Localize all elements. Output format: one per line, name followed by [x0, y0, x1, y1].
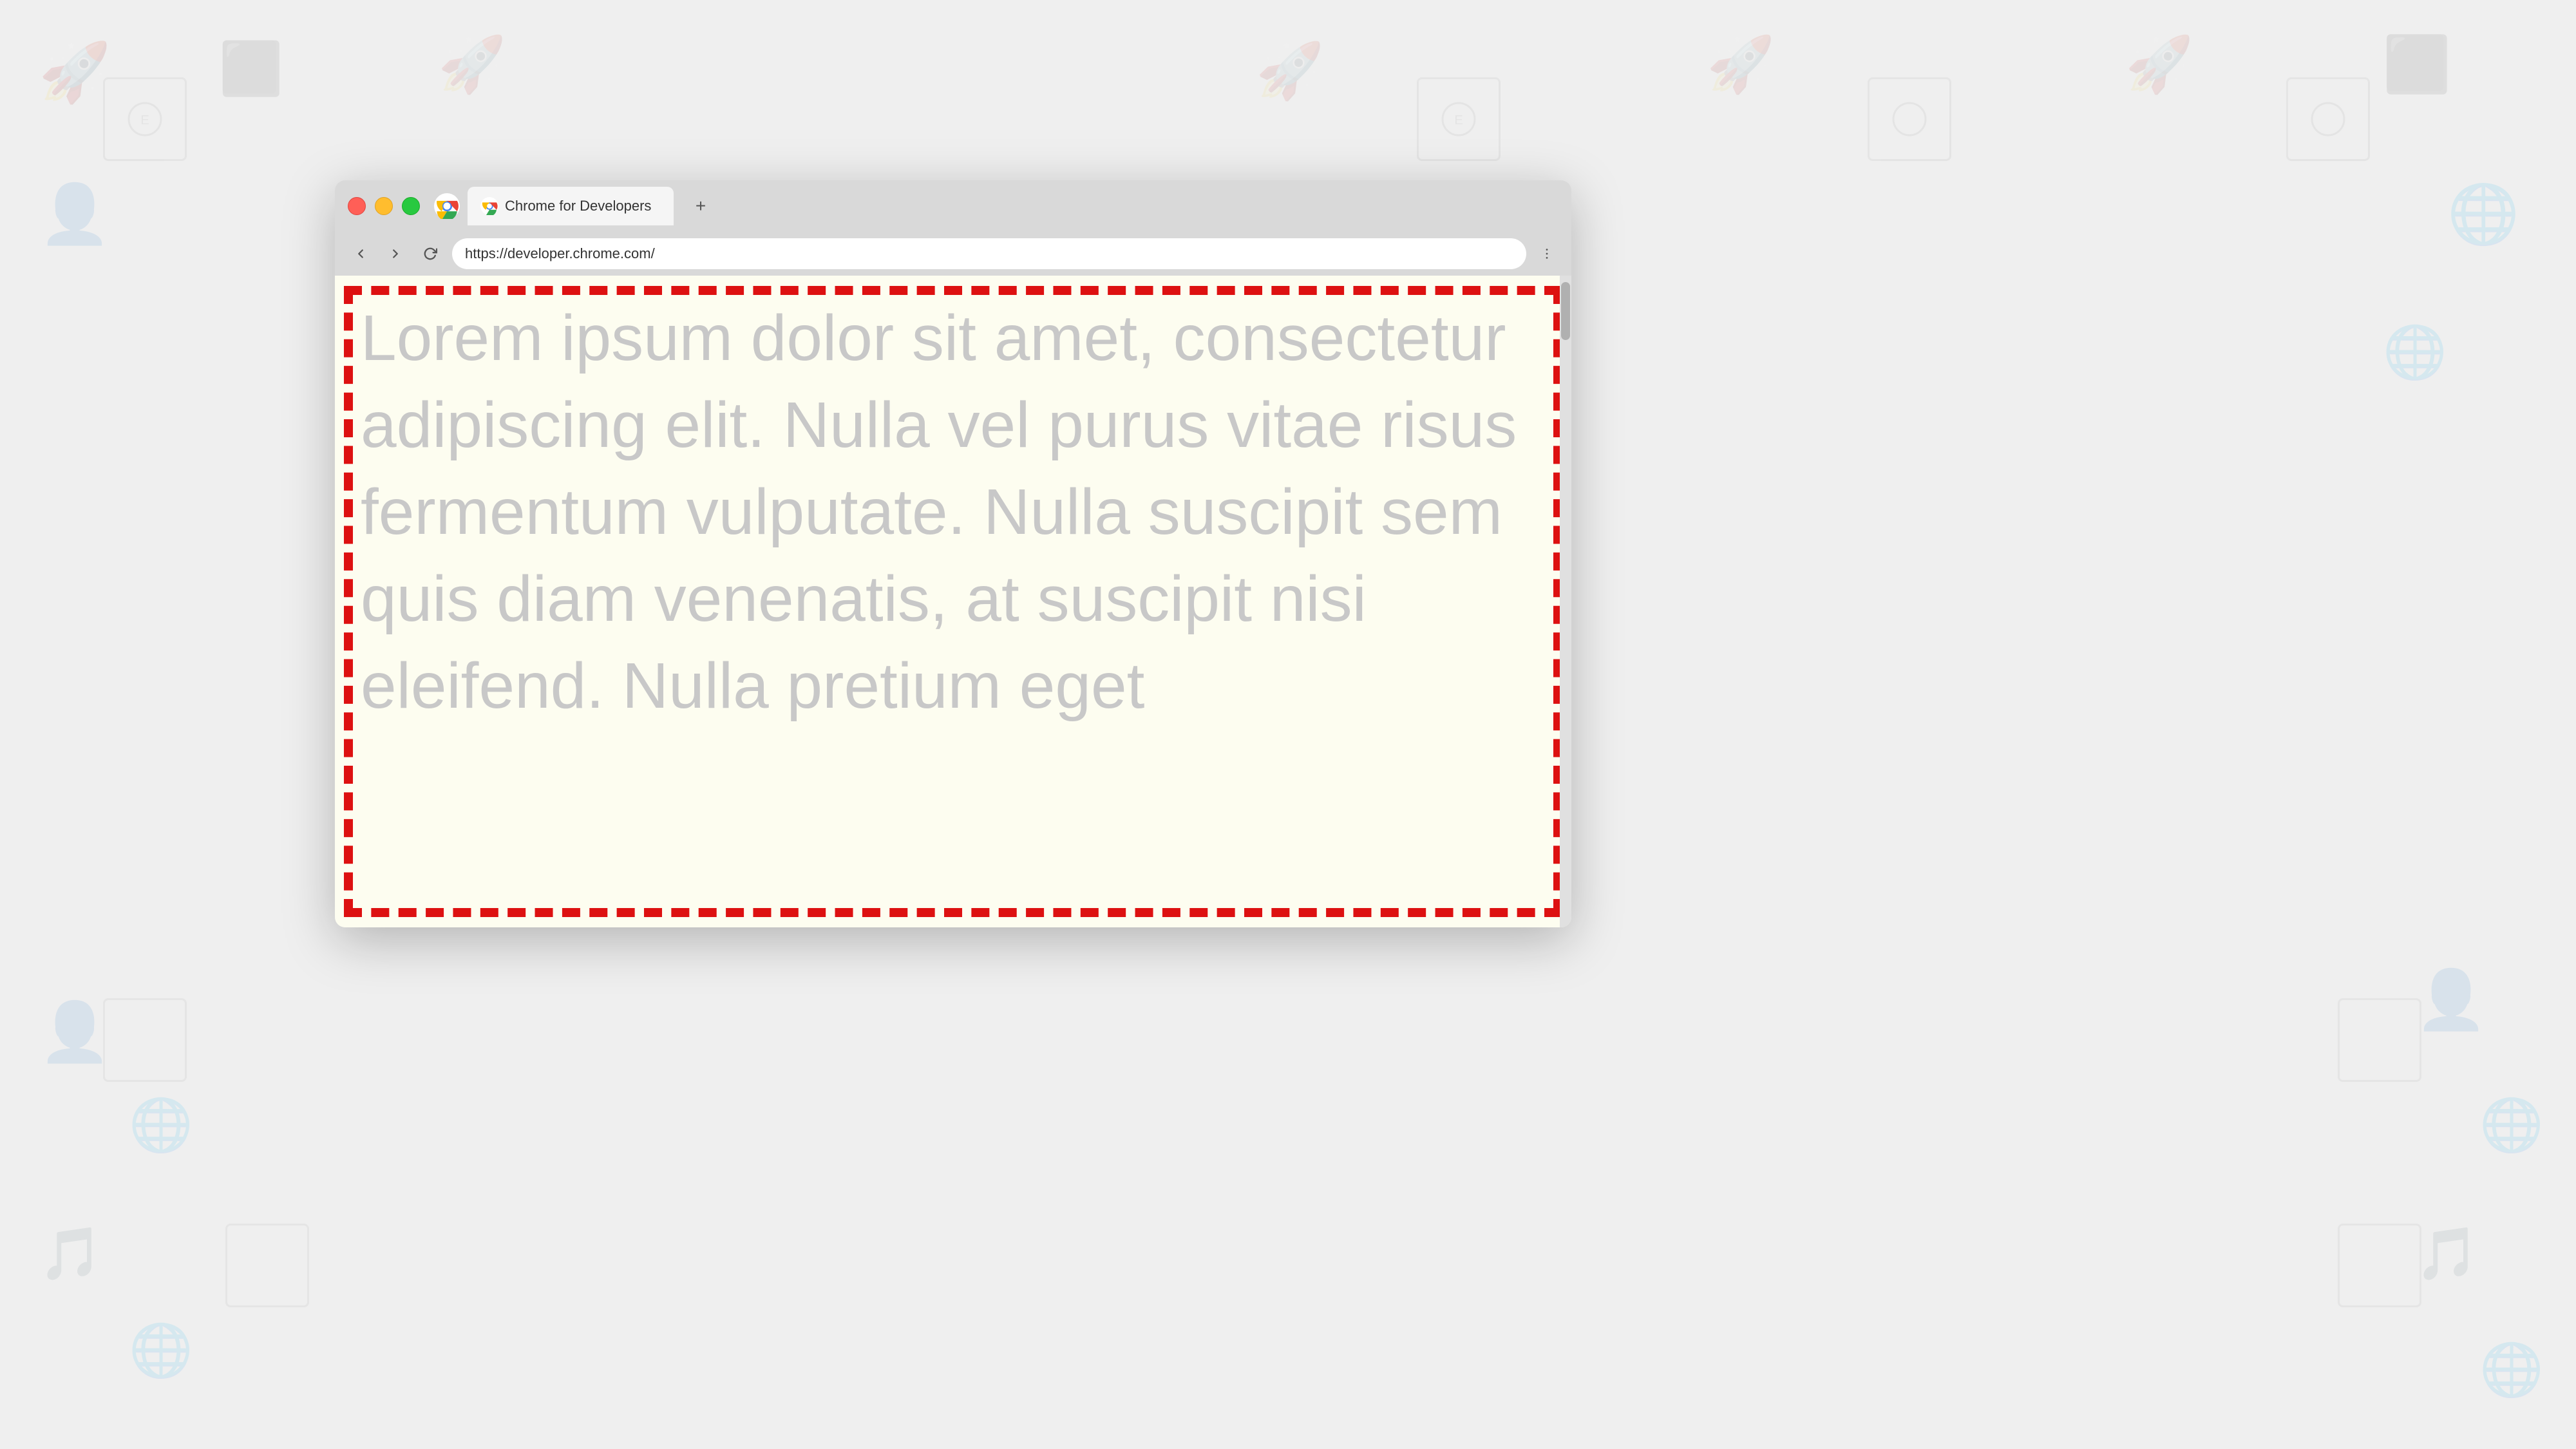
scrollbar-thumb[interactable]: [1561, 282, 1570, 340]
forward-button[interactable]: [383, 241, 408, 267]
maximize-button[interactable]: [402, 197, 420, 215]
svg-text:E: E: [140, 113, 149, 128]
close-button[interactable]: [348, 197, 366, 215]
bg-icon-15: 👤: [2415, 966, 2487, 1034]
bg-icon-5: 🚀: [1707, 32, 1775, 97]
bg-icon-12: 🌐: [129, 1320, 193, 1381]
traffic-lights: [348, 197, 420, 215]
tab-title: Chrome for Developers: [505, 198, 651, 214]
address-bar-row: https://developer.chrome.com/: [335, 232, 1571, 276]
page-content: Lorem ipsum dolor sit amet, consectetur …: [335, 276, 1571, 927]
refresh-button[interactable]: [417, 241, 443, 267]
minimize-button[interactable]: [375, 197, 393, 215]
bg-icon-11: 🎵: [39, 1224, 103, 1284]
bg-icon-2: ⬛: [219, 39, 283, 99]
address-bar[interactable]: https://developer.chrome.com/: [452, 238, 1526, 269]
browser-menu-button[interactable]: [1535, 242, 1558, 265]
bg-icon-1: 🚀: [39, 39, 111, 106]
bg-stamp-1: E: [103, 77, 187, 161]
bg-stamp-3: [1868, 77, 1951, 161]
bg-icon-10: 🌐: [129, 1095, 193, 1155]
scrollbar[interactable]: [1560, 276, 1571, 927]
bg-icon-17: 🎵: [2415, 1224, 2479, 1284]
new-tab-button[interactable]: +: [687, 192, 715, 220]
bg-icon-14: 🌐: [2383, 322, 2447, 383]
tab-chrome-icon: [480, 197, 498, 215]
chrome-logo-icon: [434, 193, 460, 219]
browser-tab[interactable]: Chrome for Developers: [468, 187, 674, 225]
bg-icon-7: ⬛: [2383, 32, 2451, 97]
bg-icon-13: 🌐: [2447, 180, 2519, 248]
url-text: https://developer.chrome.com/: [465, 245, 655, 262]
back-button[interactable]: [348, 241, 374, 267]
bg-icon-18: 🌐: [2479, 1340, 2544, 1400]
bg-stamp-8: [2338, 1224, 2421, 1307]
bg-icon-4: 🚀: [1256, 39, 1324, 103]
bg-icon-3: 🚀: [438, 32, 506, 97]
svg-text:E: E: [1454, 113, 1463, 128]
bg-icon-8: 👤: [39, 180, 111, 248]
page-lorem-text: Lorem ipsum dolor sit amet, consectetur …: [335, 276, 1558, 749]
bg-icon-16: 🌐: [2479, 1095, 2544, 1155]
browser-window: Chrome for Developers +: [335, 180, 1571, 927]
title-bar: Chrome for Developers +: [335, 180, 1571, 232]
bg-stamp-6: [225, 1224, 309, 1307]
bg-stamp-5: [103, 998, 187, 1082]
bg-icon-9: 👤: [39, 998, 111, 1066]
bg-stamp-7: [2338, 998, 2421, 1082]
bg-stamp-2: E: [1417, 77, 1501, 161]
bg-stamp-4: [2286, 77, 2370, 161]
bg-icon-6: 🚀: [2125, 32, 2193, 97]
